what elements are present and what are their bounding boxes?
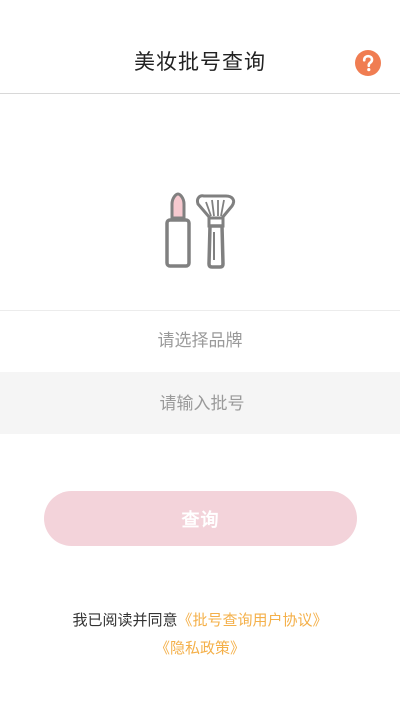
lipstick-and-brush-icon [165, 192, 236, 269]
user-agreement-link[interactable]: 《批号查询用户协议》 [178, 611, 328, 629]
brand-select[interactable]: 请选择品牌 [0, 310, 400, 372]
help-button[interactable] [355, 50, 381, 76]
batch-number-field [0, 372, 400, 436]
question-circle-icon [355, 50, 381, 76]
agreement-prefix: 我已阅读并同意 [72, 611, 178, 629]
page-title: 美妆批号查询 [134, 50, 266, 74]
query-button[interactable]: 查询 [44, 491, 357, 546]
brand-select-placeholder: 请选择品牌 [157, 331, 243, 351]
hero-icon-container [160, 190, 240, 270]
app-header: 美妆批号查询 [0, 0, 400, 94]
agreement-text: 我已阅读并同意《批号查询用户协议》 《隐私政策》 [0, 606, 400, 662]
batch-number-input[interactable] [0, 372, 400, 436]
privacy-policy-link[interactable]: 《隐私政策》 [155, 639, 245, 657]
